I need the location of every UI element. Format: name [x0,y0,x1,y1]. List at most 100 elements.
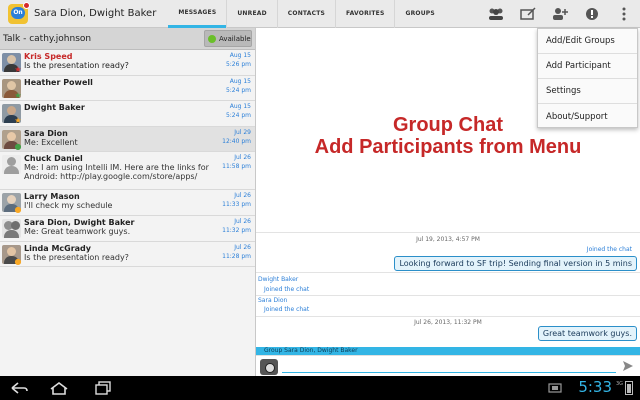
group-avatar-icon [2,218,21,238]
message-date: Jul 26 [234,192,251,200]
away-status-icon: ● [14,205,22,215]
outgoing-message: Looking forward to SF trip! Sending fina… [394,256,637,271]
message-date: Jul 26 [234,154,251,162]
talk-account-label: Talk - cathy.johnson [3,33,92,44]
chat-title: Sara Dion, Dwight Baker [34,8,157,19]
message-time: 11:28 pm [222,252,251,260]
system-message: Joined the chat [264,306,310,313]
divider [256,232,640,233]
add-person-icon[interactable] [544,0,576,28]
message-time: 11:58 pm [222,163,251,171]
info-icon[interactable] [576,0,608,28]
conversation-item[interactable]: Sara Dion, Dwight Baker Me: Great teamwo… [0,216,255,242]
message-time: 11:33 pm [222,201,251,209]
last-message-line-2: Android: http://play.google.com/store/ap… [24,172,198,182]
conversation-item[interactable]: ● Larry Mason I'll check my schedule Jul… [0,190,255,216]
contact-name: Dwight Baker [24,103,85,113]
tab-unread[interactable]: UNREAD [226,0,276,28]
conversation-panel: Talk - cathy.johnson Available ★ Kris Sp… [0,28,256,376]
conversation-item[interactable]: ★ Kris Speed Is the presentation ready? … [0,50,255,76]
timestamp: Jul 26, 2013, 11:32 PM [414,319,482,326]
notification-icon[interactable] [548,382,562,394]
message-time: 11:32 pm [222,226,251,234]
action-bar: On Sara Dion, Dwight Baker MESSAGES UNRE… [0,0,640,28]
app-logo-text: On [11,6,25,19]
default-avatar-icon [2,155,21,175]
status-dot-icon [208,34,216,43]
group-icon[interactable] [480,0,512,28]
signal-label: 3G [615,381,623,387]
talk-header: Talk - cathy.johnson Available [0,28,255,50]
conversation-item[interactable]: ● Linda McGrady Is the presentation read… [0,242,255,268]
menu-item-settings[interactable]: Settings [538,79,637,104]
recent-apps-icon[interactable] [92,380,114,396]
app-logo-icon[interactable]: On [8,1,30,24]
message-date: Jul 26 [234,243,251,251]
conversation-item[interactable]: ★ Heather Powell Aug 15 5:24 pm [0,76,255,102]
message-date: Aug 15 [229,103,251,111]
system-clock[interactable]: 5:33 [578,378,612,396]
star-icon: ★ [14,65,22,74]
divider [256,272,640,273]
message-date: Jul 26 [234,217,251,225]
message-date: Aug 15 [229,77,251,85]
home-icon[interactable] [48,380,70,396]
menu-item-add-participant[interactable]: Add Participant [538,54,637,79]
overflow-menu: Add/Edit Groups Add Participant Settings… [537,28,638,128]
message-time: 5:24 pm [225,112,251,120]
availability-label: Available [219,34,251,43]
message-input[interactable] [282,372,616,373]
message-time: 12:40 pm [222,137,251,145]
tab-contacts[interactable]: CONTACTS [276,0,335,28]
availability-button[interactable]: Available [204,30,252,47]
last-message: Me: Great teamwork guys. [24,226,131,236]
last-message: Me: Excellent [24,137,78,147]
divider [256,295,640,296]
menu-item-about-support[interactable]: About/Support [538,104,637,129]
contact-name: Kris Speed [24,52,73,61]
notification-dot [23,1,30,9]
online-status-icon: ● [14,141,22,151]
sender-name: Dwight Baker [258,276,299,283]
contact-name: Sara Dion, Dwight Baker [24,217,135,227]
divider [256,316,640,317]
contact-name: Chuck Daniel [24,154,83,164]
contact-name: Sara Dion [24,128,68,138]
message-date: Jul 29 [234,128,251,136]
timestamp: Jul 19, 2013, 4:57 PM [416,236,480,243]
tab-messages[interactable]: MESSAGES [168,0,227,28]
tab-groups[interactable]: GROUPS [394,0,444,28]
overflow-menu-icon[interactable] [608,0,640,28]
contact-name: Heather Powell [24,77,93,87]
contact-name: Linda McGrady [24,243,91,253]
star-icon: ★ [14,90,22,100]
camera-icon[interactable] [260,359,278,375]
compose-area [256,355,640,376]
system-message: Joined the chat [264,286,310,293]
conversation-item[interactable]: Chuck Daniel Me: I am using Intelli IM. … [0,152,255,191]
conversation-item[interactable]: ● Sara Dion Me: Excellent Jul 29 12:40 p… [0,126,255,153]
contact-name: Larry Mason [24,192,80,202]
sender-name: Sara Dion [258,297,288,304]
tab-bar: MESSAGES UNREAD CONTACTS FAVORITES GROUP… [168,0,445,28]
last-message: I'll check my schedule [24,201,113,211]
back-icon[interactable] [8,380,30,396]
message-date: Aug 15 [229,52,251,59]
last-message: Is the presentation ready? [24,61,129,70]
compose-icon[interactable] [512,0,544,28]
overlay-line-2: Add Participants from Menu [314,136,582,158]
group-participants-bar: Group Sara Dion, Dwight Baker [256,347,640,355]
menu-item-add-edit-groups[interactable]: Add/Edit Groups [538,29,637,54]
outgoing-message: Great teamwork guys. [537,326,637,341]
last-message-line-1: Me: I am using Intelli IM. Here are the … [24,163,209,173]
away-status-icon: ● [14,256,22,266]
battery-icon [625,381,633,395]
message-time: 5:24 pm [225,86,251,94]
system-nav-bar: 5:33 3G [0,376,640,400]
system-message: Joined the chat [586,246,632,253]
tab-favorites[interactable]: FAVORITES [335,0,394,28]
send-icon[interactable] [622,360,634,372]
action-icons [480,0,640,28]
conversation-item[interactable]: ★ Dwight Baker Aug 15 5:24 pm [0,101,255,127]
star-icon: ★ [14,116,22,126]
